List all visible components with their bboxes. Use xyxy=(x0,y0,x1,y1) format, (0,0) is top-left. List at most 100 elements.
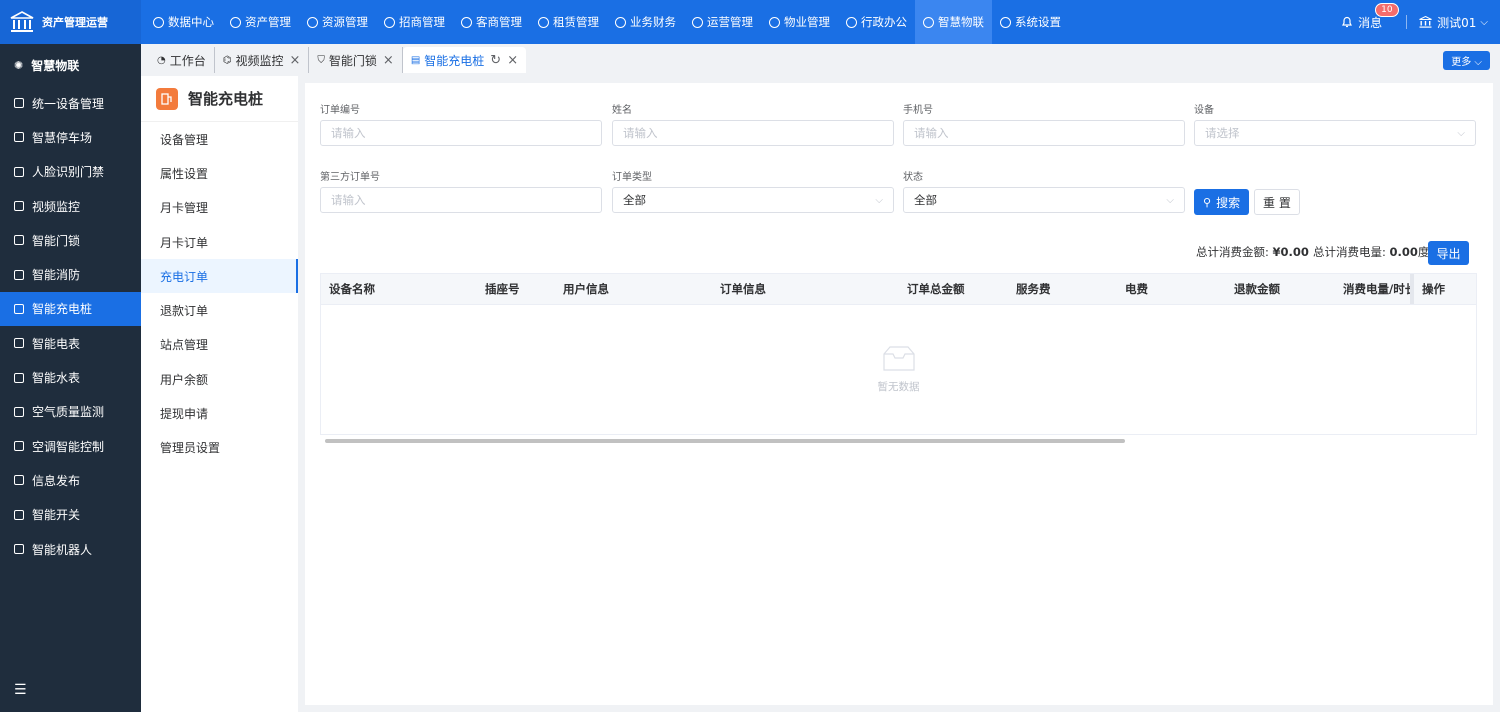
table-column-header[interactable]: 插座号 xyxy=(477,274,555,304)
sidebar-item[interactable]: 人脸识别门禁 xyxy=(0,155,141,189)
close-icon[interactable]: × xyxy=(290,53,301,68)
topnav-item[interactable]: 招商管理 xyxy=(376,0,453,44)
close-icon[interactable]: × xyxy=(507,53,518,68)
filter-label: 状态 xyxy=(903,172,923,183)
table-column-header[interactable]: 设备名称 xyxy=(321,274,477,304)
search-button[interactable]: ⚲ 搜索 xyxy=(1194,189,1250,215)
empty-text: 暂无数据 xyxy=(877,381,920,393)
topnav-item[interactable]: 运营管理 xyxy=(684,0,761,44)
more-tabs-button[interactable]: 更多 ⌵ xyxy=(1443,51,1490,70)
order-type-select[interactable]: 全部 ⌵ xyxy=(612,187,894,213)
export-button[interactable]: 导出 xyxy=(1428,241,1469,265)
total-amount-value: ¥0.00 xyxy=(1272,245,1309,259)
topnav-item[interactable]: 租赁管理 xyxy=(530,0,607,44)
topnav-item[interactable]: 智慧物联 xyxy=(915,0,992,44)
device-select[interactable]: 请选择 ⌵ xyxy=(1194,120,1476,146)
total-energy-label: 总计消费电量: xyxy=(1313,245,1386,259)
sidebar-item[interactable]: 智能消防 xyxy=(0,257,141,291)
status-select[interactable]: 全部 ⌵ xyxy=(903,187,1185,213)
filter-label: 手机号 xyxy=(903,105,933,116)
header-divider xyxy=(1406,15,1408,29)
refresh-icon[interactable]: ↻ xyxy=(490,53,501,68)
menu-icon xyxy=(14,406,24,417)
sidebar-item-label: 智能门锁 xyxy=(32,233,81,248)
empty-state: 暂无数据 xyxy=(321,344,1476,394)
table-column-header[interactable]: 用户信息 xyxy=(555,274,712,304)
submenu-item[interactable]: 用户余额 xyxy=(141,362,298,396)
submenu-item[interactable]: 设备管理 xyxy=(141,122,298,156)
more-label: 更多 xyxy=(1451,57,1472,68)
topnav-item[interactable]: 资产管理 xyxy=(222,0,299,44)
topnav-label: 数据中心 xyxy=(168,15,214,29)
menu-collapse-icon[interactable]: ☰ xyxy=(14,682,27,698)
sidebar-item[interactable]: 智能电表 xyxy=(0,326,141,360)
table-column-header[interactable]: 操作 xyxy=(1410,274,1470,304)
select-placeholder: 请选择 xyxy=(1205,126,1240,140)
user-menu[interactable]: 测试01 ⌵ xyxy=(1419,14,1488,31)
submenu-item[interactable]: 月卡管理 xyxy=(141,191,298,225)
filter-label: 订单编号 xyxy=(320,105,360,116)
topnav-label: 智慧物联 xyxy=(938,15,984,29)
topnav-item[interactable]: 业务财务 xyxy=(607,0,684,44)
sidebar-item-label: 空调智能控制 xyxy=(32,439,105,454)
app-logo[interactable]: 资产管理运营 xyxy=(0,0,141,44)
submenu-item[interactable]: 退款订单 xyxy=(141,293,298,327)
submenu: 智能充电桩 设备管理 属性设置 月卡管理 月卡订单 充电订单 退款订单 站点管理 用户余额 提现… xyxy=(141,76,298,712)
third-order-input[interactable]: 请输入 xyxy=(320,187,602,213)
filter-label: 设备 xyxy=(1194,105,1214,116)
table-column-header[interactable]: 电费 xyxy=(1117,274,1226,304)
sidebar-item[interactable]: 视频监控 xyxy=(0,189,141,223)
select-value: 全部 xyxy=(623,193,646,207)
topnav-item[interactable]: 数据中心 xyxy=(145,0,222,44)
tab-label: 工作台 xyxy=(169,53,206,68)
topnav-label: 行政办公 xyxy=(861,15,907,29)
reset-button[interactable]: 重 置 xyxy=(1254,189,1300,215)
phone-input[interactable]: 请输入 xyxy=(903,120,1185,146)
submenu-item[interactable]: 月卡订单 xyxy=(141,225,298,259)
search-icon: ⚲ xyxy=(1203,195,1212,209)
submenu-item[interactable]: 提现申请 xyxy=(141,396,298,430)
tab-workbench[interactable]: ◔ 工作台 xyxy=(149,47,215,73)
order-no-input[interactable]: 请输入 xyxy=(320,120,602,146)
table-column-header[interactable]: 消费电量/时长 xyxy=(1335,274,1410,304)
table-column-header[interactable]: 退款金额 xyxy=(1226,274,1335,304)
topnav-item[interactable]: 客商管理 xyxy=(453,0,530,44)
topnav-label: 业务财务 xyxy=(630,15,676,29)
chevron-down-icon: ⌵ xyxy=(1457,127,1465,139)
submenu-item[interactable]: 站点管理 xyxy=(141,328,298,362)
building-icon xyxy=(307,16,318,28)
sidebar-item[interactable]: 统一设备管理 xyxy=(0,86,141,120)
bank-icon xyxy=(10,11,34,32)
submenu-item[interactable]: 管理员设置 xyxy=(141,431,298,465)
sidebar-item[interactable]: 智能机器人 xyxy=(0,532,141,566)
topnav-item[interactable]: 系统设置 xyxy=(992,0,1069,44)
table-column-header[interactable]: 服务费 xyxy=(1008,274,1117,304)
sidebar-item[interactable]: 智能水表 xyxy=(0,360,141,394)
name-input[interactable]: 请输入 xyxy=(612,120,894,146)
topnav-item[interactable]: 资源管理 xyxy=(299,0,376,44)
messages-button[interactable]: 消息 10 xyxy=(1341,2,1399,31)
table-column-header[interactable]: 订单信息 xyxy=(712,274,899,304)
sidebar-item[interactable]: 信息发布 xyxy=(0,463,141,497)
sidebar-item[interactable]: 智慧停车场 xyxy=(0,120,141,154)
tab-video[interactable]: ⌬ 视频监控 × xyxy=(215,47,310,73)
menu-icon xyxy=(14,201,24,212)
menu-icon xyxy=(14,509,24,520)
topnav-item[interactable]: 物业管理 xyxy=(761,0,838,44)
sidebar-item-label: 智能开关 xyxy=(32,508,81,523)
home-icon xyxy=(769,16,780,28)
submenu-item[interactable]: 充电订单 xyxy=(141,259,298,294)
topnav-item[interactable]: 行政办公 xyxy=(838,0,915,44)
lock-icon: ⛉ xyxy=(317,54,325,66)
sidebar-item[interactable]: 智能门锁 xyxy=(0,223,141,257)
sidebar-item[interactable]: 智能充电桩 xyxy=(0,291,141,327)
close-icon[interactable]: × xyxy=(383,53,394,68)
sidebar-item[interactable]: 空气质量监测 xyxy=(0,395,141,429)
tab-charger[interactable]: ▤ 智能充电桩 ↻ × xyxy=(402,47,527,73)
tab-lock[interactable]: ⛉ 智能门锁 × xyxy=(309,47,403,73)
table-column-header[interactable]: 订单总金额 xyxy=(899,274,1008,304)
sidebar-item[interactable]: 智能开关 xyxy=(0,498,141,532)
horizontal-scrollbar[interactable] xyxy=(325,439,1125,443)
sidebar-item[interactable]: 空调智能控制 xyxy=(0,429,141,463)
submenu-item[interactable]: 属性设置 xyxy=(141,156,298,190)
